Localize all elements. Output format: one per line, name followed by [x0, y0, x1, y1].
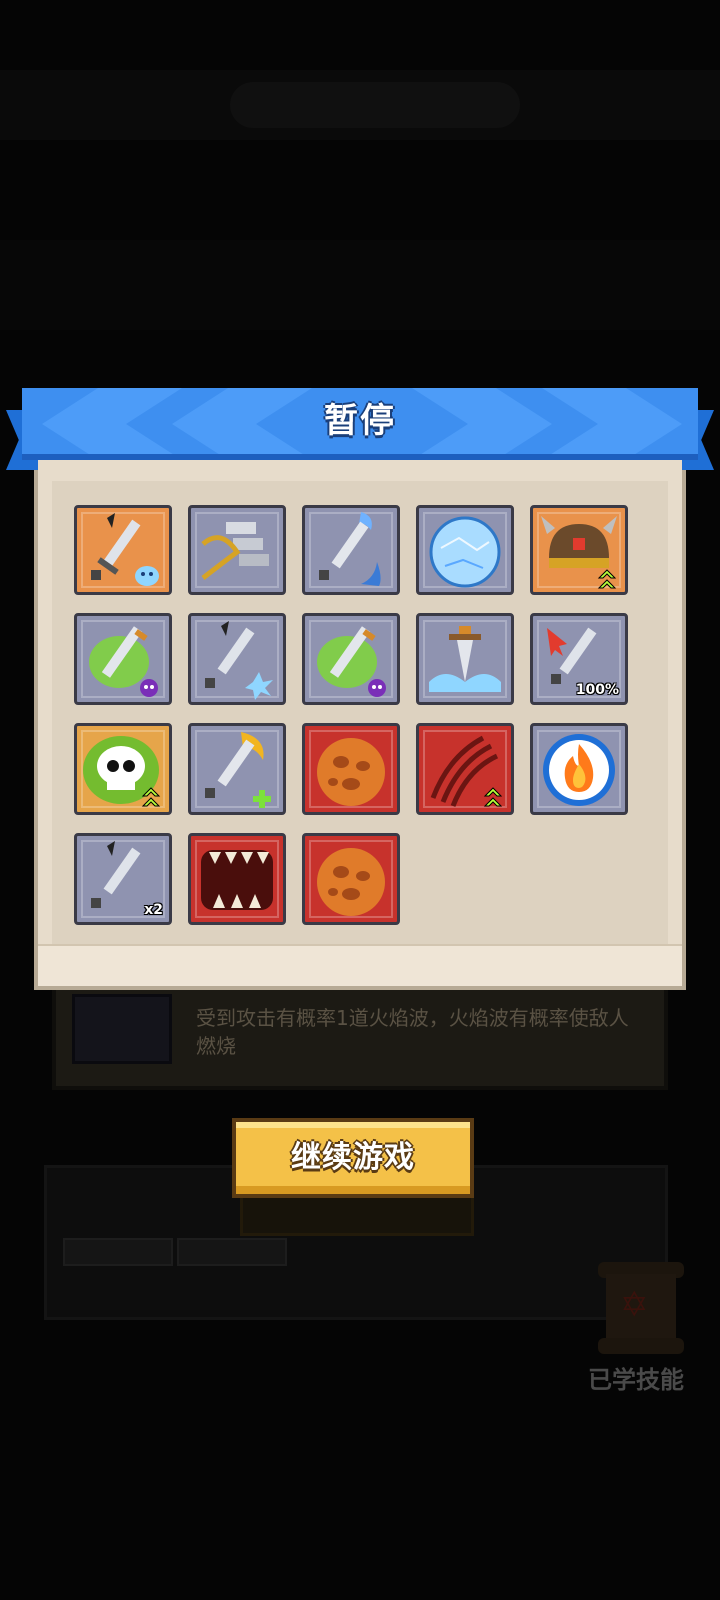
sword-wave-icon [319, 512, 381, 586]
skill-tile[interactable]: 100% [530, 613, 628, 705]
skill-tile[interactable] [416, 505, 514, 595]
fire-egg-icon [317, 848, 385, 916]
learned-skills-scroll-icon: ✡ [598, 1262, 684, 1354]
skill-tile[interactable] [416, 613, 514, 705]
skill-tile[interactable] [74, 505, 172, 595]
poison-dagger-icon [317, 626, 386, 697]
pause-title: 暂停 [324, 401, 396, 441]
skill-tile[interactable] [302, 505, 400, 595]
skill-tile[interactable] [74, 613, 172, 705]
continue-game-label: 继续游戏 [291, 1140, 415, 1175]
skill-tile[interactable] [74, 723, 172, 815]
hexagram-icon: ✡ [620, 1285, 649, 1325]
skill-tile[interactable] [302, 723, 400, 815]
background-badge [177, 1238, 287, 1266]
background-band [0, 240, 720, 330]
game-screen: 受到攻击有概率1道火焰波，火焰波有概率使敌人燃烧 ✡ 已学技能 暂停 100% … [0, 0, 720, 1600]
skill-tile[interactable] [530, 723, 628, 815]
skill-tile[interactable] [188, 723, 286, 815]
skull-poison-upgrade-icon [83, 736, 161, 807]
sword-ground-splash-icon [429, 626, 501, 692]
skill-badge: x2 [144, 902, 163, 918]
skill-grid: 100% x2 [74, 505, 634, 965]
skill-tile[interactable] [416, 723, 514, 815]
background-top-icons [230, 82, 520, 128]
scroll-cap [598, 1338, 684, 1354]
fire-shield-orb-icon [543, 734, 615, 806]
monster-mouth-icon [201, 850, 273, 910]
ice-orb-icon [429, 516, 501, 588]
sword-slime-icon [91, 513, 159, 586]
skill-tile[interactable] [530, 505, 628, 595]
skill-tile[interactable] [188, 613, 286, 705]
claw-slash-upgrade-icon [430, 735, 503, 807]
sword-heal-icon [205, 732, 271, 808]
pause-banner: 暂停 [22, 388, 698, 460]
gold-sword-stack-icon [201, 522, 269, 580]
skill-badge: 100% [575, 682, 619, 698]
fire-egg-icon [317, 738, 385, 806]
background-badge [63, 1238, 173, 1266]
background-skill-icon [72, 994, 172, 1064]
continue-game-button[interactable]: 继续游戏 [232, 1118, 474, 1198]
skill-tile[interactable] [302, 833, 400, 925]
skill-tile[interactable] [302, 613, 400, 705]
sword-ice-burst-icon [205, 621, 273, 700]
background-skill-description: 受到攻击有概率1道火焰波，火焰波有概率使敌人燃烧 [196, 1006, 629, 1058]
poison-dagger-icon [89, 626, 158, 697]
skill-tile[interactable]: x2 [74, 833, 172, 925]
learned-skills-label: 已学技能 [588, 1366, 684, 1394]
viking-helmet-upgrade-icon [541, 516, 617, 589]
skill-tile[interactable] [188, 505, 286, 595]
skill-tile[interactable] [188, 833, 286, 925]
